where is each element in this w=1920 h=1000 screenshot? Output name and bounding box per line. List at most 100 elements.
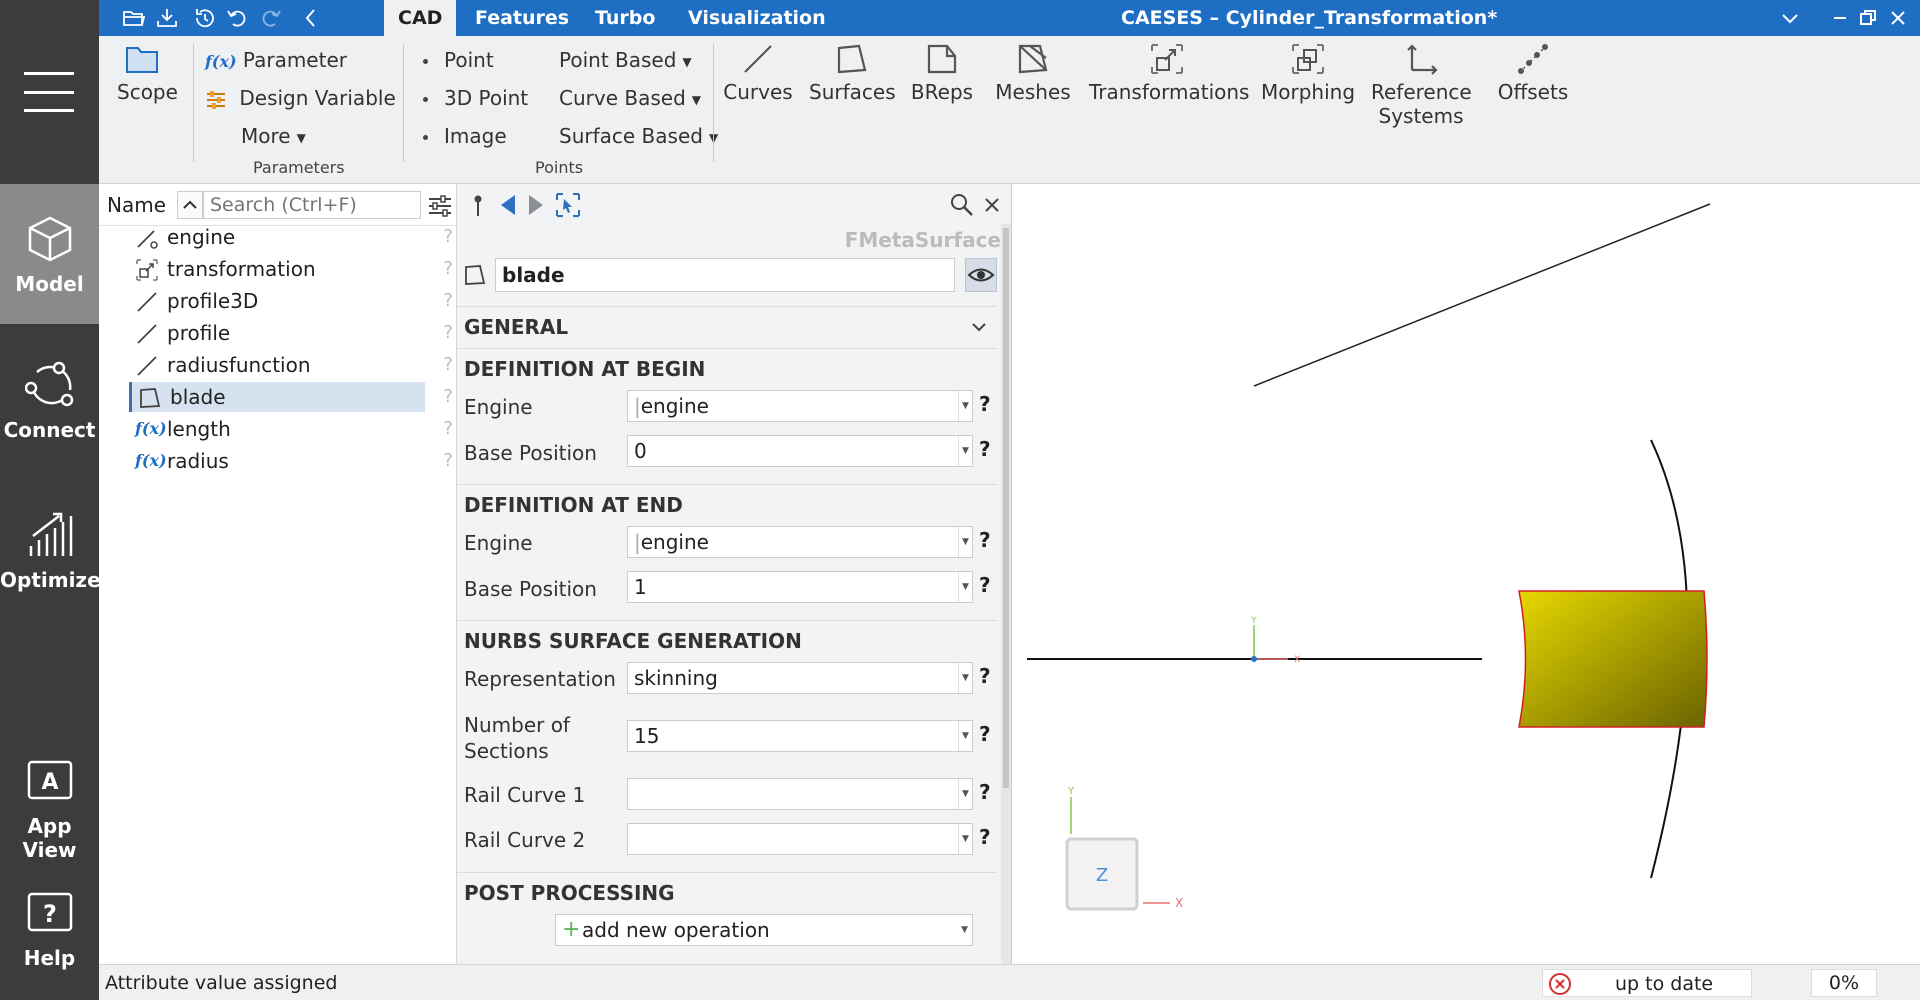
reference-systems-button[interactable]: Reference Systems: [1371, 42, 1472, 128]
help-icon[interactable]: ?: [979, 573, 991, 597]
design-variable-button[interactable]: Design Variable: [205, 86, 396, 111]
help-icon[interactable]: ?: [979, 664, 991, 688]
visibility-toggle-button[interactable]: [965, 258, 997, 292]
help-icon[interactable]: ?: [979, 780, 991, 804]
sidebar-item-app-view[interactable]: A App View: [0, 756, 99, 896]
morphing-button[interactable]: Morphing: [1261, 42, 1355, 104]
next-arrow-icon[interactable]: [523, 192, 549, 218]
open-folder-icon[interactable]: [122, 6, 146, 30]
chevron-down-icon[interactable]: ▼: [958, 527, 972, 557]
tab-visualization[interactable]: Visualization: [674, 0, 840, 36]
save-icon[interactable]: [155, 6, 179, 30]
tree-item-length[interactable]: f(x) length ?: [129, 414, 453, 444]
chevron-down-icon[interactable]: ▼: [958, 391, 972, 421]
tree-item-radiusfunction[interactable]: radiusfunction ?: [129, 350, 453, 380]
help-icon[interactable]: ?: [979, 437, 991, 461]
sidebar-item-model[interactable]: Model: [0, 184, 99, 324]
hamburger-menu-icon[interactable]: [24, 72, 74, 112]
sidebar-item-connect[interactable]: Connect: [0, 360, 99, 500]
select-target-icon[interactable]: [555, 192, 581, 218]
blade-surface[interactable]: [1518, 590, 1708, 728]
help-icon[interactable]: ?: [443, 254, 453, 284]
tab-features[interactable]: Features: [461, 0, 583, 36]
help-icon[interactable]: ?: [979, 722, 991, 746]
viewport-canvas[interactable]: Y X Y X Z: [1012, 184, 1920, 964]
curve-based-dropdown[interactable]: Curve Based ▼: [559, 86, 701, 110]
point-based-dropdown[interactable]: Point Based ▼: [559, 48, 692, 72]
minimize-icon[interactable]: [1828, 6, 1852, 30]
point-button[interactable]: Point: [423, 48, 494, 72]
back-arrow-icon[interactable]: [299, 6, 323, 30]
3d-viewport[interactable]: Y X Y X Z: [1011, 184, 1920, 964]
redo-icon[interactable]: [259, 6, 283, 30]
chevron-down-icon[interactable]: ▼: [958, 824, 972, 854]
representation-select[interactable]: skinning ▼: [627, 662, 973, 694]
breps-button[interactable]: BReps: [907, 42, 977, 104]
close-icon[interactable]: [979, 192, 1005, 218]
engine-begin-select[interactable]: |engine ▼: [627, 390, 973, 422]
search-icon[interactable]: [949, 192, 975, 218]
update-status[interactable]: up to date: [1542, 969, 1752, 997]
sidebar-item-help[interactable]: ? Help: [0, 888, 99, 1000]
scope-button[interactable]: Scope: [117, 42, 178, 104]
help-icon[interactable]: ?: [443, 222, 453, 252]
offsets-button[interactable]: Offsets: [1495, 42, 1571, 104]
help-icon[interactable]: ?: [443, 350, 453, 380]
engine-end-select[interactable]: |engine ▼: [627, 526, 973, 558]
tree-item-engine[interactable]: engine ?: [129, 222, 453, 252]
help-icon[interactable]: ?: [979, 825, 991, 849]
base-position-end-field[interactable]: 1 ▼: [627, 571, 973, 603]
help-icon[interactable]: ?: [443, 414, 453, 444]
transformations-button[interactable]: Transformations: [1089, 42, 1249, 104]
help-icon[interactable]: ?: [443, 446, 453, 476]
pin-icon[interactable]: [465, 192, 491, 218]
restore-icon[interactable]: [1856, 6, 1880, 30]
chevron-down-icon[interactable]: ▼: [958, 663, 972, 693]
chevron-down-icon[interactable]: ▼: [961, 915, 968, 945]
parameter-button[interactable]: f(x) Parameter: [205, 48, 347, 72]
tree-item-blade[interactable]: blade ?: [129, 382, 453, 412]
tab-turbo[interactable]: Turbo: [581, 0, 669, 36]
filter-settings-icon[interactable]: [427, 194, 453, 218]
chevron-down-icon[interactable]: [1778, 6, 1802, 30]
help-icon[interactable]: ?: [443, 318, 453, 348]
close-icon[interactable]: [1886, 6, 1910, 30]
rail-curve-2-select[interactable]: ▼: [627, 823, 973, 855]
previous-arrow-icon[interactable]: [495, 192, 521, 218]
undo-icon[interactable]: [225, 6, 249, 30]
curves-button[interactable]: Curves: [723, 42, 793, 104]
chevron-down-icon[interactable]: ▼: [958, 779, 972, 809]
tree-item-radius[interactable]: f(x) radius ?: [129, 446, 453, 476]
chevron-down-icon[interactable]: ▼: [958, 436, 972, 466]
help-icon[interactable]: ?: [443, 382, 453, 412]
add-operation-select[interactable]: + add new operation ▼: [555, 914, 973, 946]
chevron-down-icon[interactable]: ▼: [958, 572, 972, 602]
sidebar-item-optimize[interactable]: Optimize: [0, 510, 101, 650]
object-name-field[interactable]: blade: [495, 258, 955, 292]
properties-scrollbar[interactable]: [1001, 224, 1011, 964]
scrollbar-thumb[interactable]: [1003, 228, 1009, 788]
tree-search-input[interactable]: [203, 191, 421, 219]
rail-curve-1-select[interactable]: ▼: [627, 778, 973, 810]
section-general[interactable]: GENERAL: [457, 306, 997, 346]
history-icon[interactable]: [193, 6, 217, 30]
tree-item-transformation[interactable]: transformation ?: [129, 254, 453, 284]
more-button[interactable]: More ▼: [241, 124, 306, 148]
profile-curve[interactable]: [1253, 203, 1711, 387]
image-button[interactable]: Image: [423, 124, 507, 148]
sort-button[interactable]: [177, 191, 203, 219]
tree-item-profile[interactable]: profile ?: [129, 318, 453, 348]
help-icon[interactable]: ?: [979, 392, 991, 416]
3d-point-button[interactable]: 3D Point: [423, 86, 528, 110]
tree-item-profile3d[interactable]: profile3D ?: [129, 286, 453, 316]
surfaces-button[interactable]: Surfaces: [809, 42, 896, 104]
help-icon[interactable]: ?: [979, 528, 991, 552]
meshes-button[interactable]: Meshes: [991, 42, 1075, 104]
help-icon[interactable]: ?: [443, 286, 453, 316]
surface-based-dropdown[interactable]: Surface Based▼: [559, 124, 718, 148]
tab-cad[interactable]: CAD: [384, 0, 457, 36]
chevron-down-icon[interactable]: ▼: [958, 721, 972, 751]
chevron-down-icon[interactable]: [969, 307, 989, 347]
number-of-sections-field[interactable]: 15 ▼: [627, 720, 973, 752]
base-position-begin-field[interactable]: 0 ▼: [627, 435, 973, 467]
